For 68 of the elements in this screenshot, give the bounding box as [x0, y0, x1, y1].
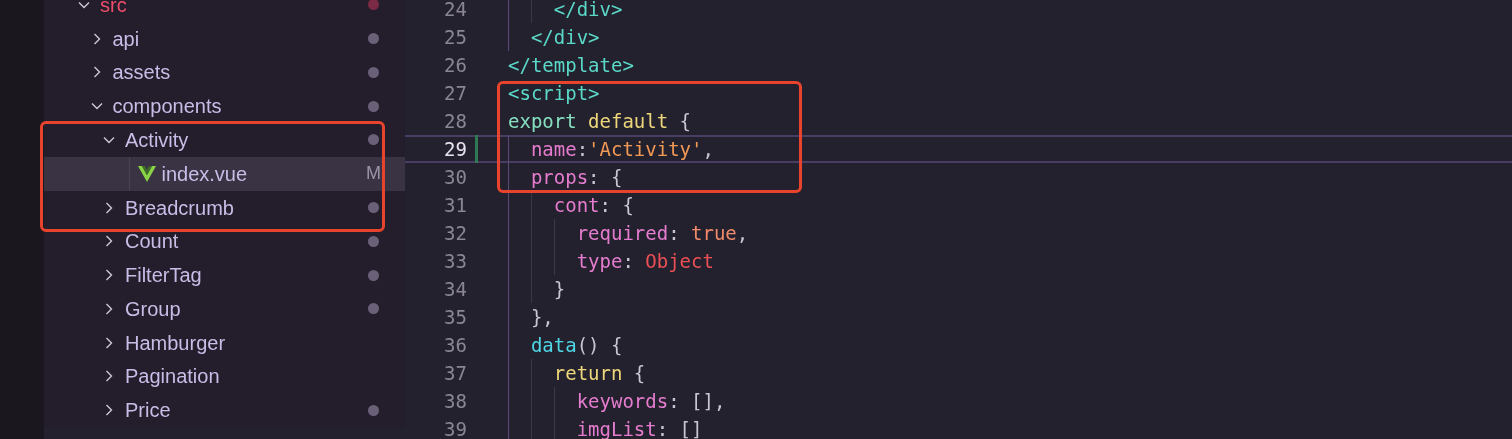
- line-number: 38: [443, 388, 467, 414]
- folder-row[interactable]: src: [44, 0, 405, 22]
- folder-name: src: [100, 0, 127, 18]
- code-line: </div>: [552, 0, 623, 22]
- folder-name: assets: [112, 60, 171, 86]
- line-number: 31: [443, 192, 467, 218]
- code-line: </div>: [529, 24, 600, 50]
- code-line: export default {: [508, 108, 692, 134]
- folder-row[interactable]: Pagination: [44, 359, 405, 394]
- line-number: 27: [443, 80, 467, 106]
- folder-name: api: [112, 26, 140, 52]
- line-number: 39: [443, 416, 467, 439]
- code-line: cont: {: [552, 192, 634, 218]
- code-line: props: {: [529, 164, 623, 190]
- folder-name: Count: [125, 229, 179, 255]
- folder-row[interactable]: assets: [44, 55, 405, 90]
- line-number: 28: [443, 108, 467, 134]
- chevron-right-icon: [103, 201, 115, 214]
- folder-name: components: [112, 94, 222, 120]
- file-name: index.vue: [161, 161, 248, 187]
- folder-name: Group: [125, 296, 181, 322]
- vue-logo-icon: [137, 165, 156, 182]
- code-line: },: [529, 304, 554, 330]
- folder-row[interactable]: api: [44, 21, 405, 56]
- line-number: 37: [443, 360, 467, 386]
- code-line: </template>: [508, 52, 634, 78]
- folder-row[interactable]: Count: [44, 224, 405, 259]
- code-line: required: true,: [575, 220, 749, 246]
- chevron-right-icon: [103, 336, 115, 349]
- code-line: <script>: [508, 80, 600, 106]
- folder-name: Hamburger: [125, 330, 226, 356]
- folder-row[interactable]: components: [44, 89, 405, 123]
- line-number: 36: [443, 332, 467, 358]
- chevron-right-icon: [103, 269, 115, 282]
- line-number: 30: [443, 164, 467, 190]
- folder-name: Activity: [125, 127, 189, 153]
- code-line: keywords: [],: [575, 388, 726, 414]
- chevron-right-icon: [103, 302, 115, 315]
- git-status-label: M: [366, 162, 381, 186]
- code-line: type: Object: [575, 248, 714, 274]
- code-line: }: [552, 276, 566, 302]
- code-line: name:'Activity',: [529, 136, 714, 162]
- folder-name: Breadcrumb: [125, 195, 234, 221]
- chevron-right-icon: [103, 235, 115, 248]
- code-line: data() {: [529, 332, 623, 358]
- folder-name: Price: [125, 398, 171, 424]
- code-line: imgList: []: [575, 416, 703, 439]
- chevron-right-icon: [103, 370, 115, 383]
- folder-row[interactable]: Group: [44, 292, 405, 326]
- line-number: 32: [443, 220, 467, 246]
- line-number: 26: [443, 52, 467, 78]
- code-line: return {: [552, 360, 646, 386]
- line-number: 35: [443, 304, 467, 330]
- line-number: 33: [443, 248, 467, 274]
- folder-row[interactable]: Breadcrumb: [44, 190, 405, 225]
- folder-row[interactable]: Price: [44, 393, 405, 427]
- folder-row[interactable]: Activity: [44, 123, 405, 157]
- line-number: 24: [443, 0, 467, 22]
- folder-row[interactable]: Hamburger: [44, 325, 405, 360]
- folder-name: FilterTag: [125, 263, 202, 289]
- line-number: 29: [443, 136, 467, 162]
- chevron-down-icon: [78, 0, 90, 11]
- chevron-right-icon: [103, 404, 115, 417]
- folder-name: Pagination: [125, 364, 220, 390]
- line-number: 25: [443, 24, 467, 50]
- file-row[interactable]: index.vue M: [44, 156, 405, 191]
- line-number: 34: [443, 276, 467, 302]
- folder-row[interactable]: FilterTag: [44, 258, 405, 292]
